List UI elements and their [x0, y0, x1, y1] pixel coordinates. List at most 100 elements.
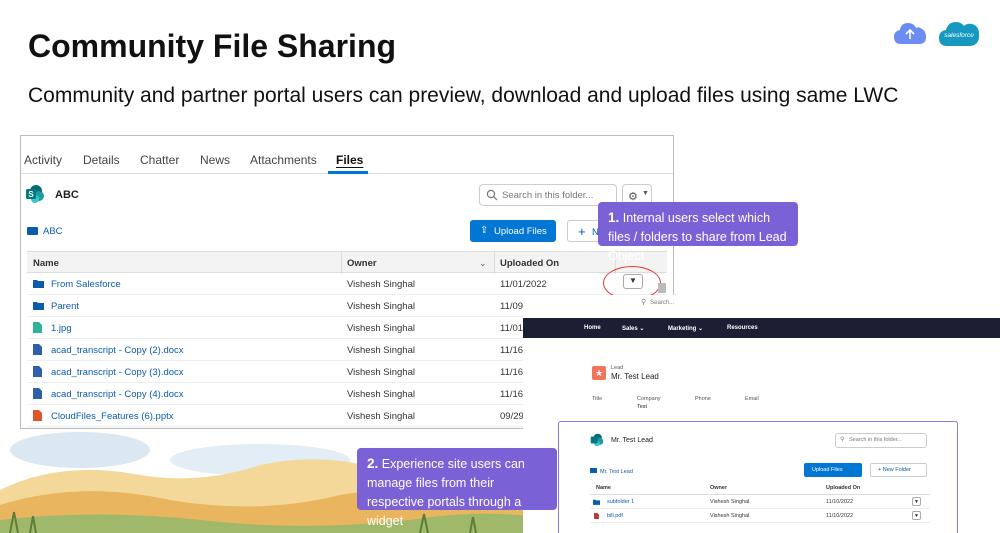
search-placeholder: Search in this folder...: [502, 190, 594, 201]
widget-search-placeholder: Search in this folder...: [849, 437, 902, 443]
nav-marketing[interactable]: Marketing ⌄: [668, 325, 703, 332]
search-icon: [486, 189, 498, 201]
file-name[interactable]: Parent: [51, 301, 79, 312]
field-company-value: Test: [637, 404, 648, 410]
table-row[interactable]: From Salesforce Vishesh Singhal 11/01/20…: [27, 273, 667, 295]
table-row[interactable]: subfolder 1 Vishesh Singhal 11/10/2022 ▼: [590, 495, 930, 509]
active-tab-indicator: [328, 171, 368, 174]
widget-column-uploaded-on[interactable]: Uploaded On: [826, 485, 860, 491]
file-date: 11/16: [500, 389, 524, 400]
chevron-down-icon: ▼: [629, 276, 637, 285]
upload-icon: ⇪: [480, 225, 489, 236]
field-title-label: Title: [592, 396, 603, 402]
file-name[interactable]: acad_transcript - Copy (2).docx: [51, 345, 184, 356]
field-company-label: Company: [637, 396, 661, 402]
word-file-icon: [33, 388, 42, 399]
slide-title: Community File Sharing: [28, 28, 397, 64]
file-owner: Vishesh Singhal: [710, 513, 750, 519]
site-search-input[interactable]: ⚲ Search...: [641, 298, 674, 306]
widget-upload-files-button[interactable]: Upload Files: [804, 463, 862, 477]
file-owner: Vishesh Singhal: [347, 411, 415, 422]
widget-new-folder-button[interactable]: + New Folder: [870, 463, 927, 477]
widget-new-folder-label: + New Folder: [878, 467, 911, 473]
record-type-label: Lead: [611, 365, 624, 371]
scrollbar-thumb[interactable]: [658, 283, 666, 293]
file-name[interactable]: From Salesforce: [51, 279, 121, 290]
row-actions-dropdown[interactable]: ▼: [623, 274, 643, 289]
file-date: 09/29: [500, 411, 524, 422]
chevron-down-icon: ▼: [642, 190, 649, 197]
folder-icon: [593, 499, 600, 505]
callout-experience-users: 2. Experience site users can manage file…: [357, 448, 557, 528]
tab-files[interactable]: Files: [336, 153, 363, 167]
svg-text:S: S: [28, 190, 34, 199]
widget-column-owner[interactable]: Owner: [710, 485, 727, 491]
widget-upload-label: Upload Files: [812, 467, 843, 473]
callout-2-number: 2.: [367, 456, 379, 471]
file-name[interactable]: subfolder 1: [607, 499, 634, 505]
file-date: 11/16: [500, 345, 524, 356]
folder-title: ABC: [55, 189, 79, 201]
file-name[interactable]: acad_transcript - Copy (3).docx: [51, 367, 184, 378]
file-date: 11/01/2022: [500, 279, 547, 290]
folder-search-input[interactable]: Search in this folder...: [479, 184, 617, 206]
file-owner: Vishesh Singhal: [347, 389, 415, 400]
pdf-file-icon: [594, 513, 599, 519]
sharepoint-icon: S: [26, 185, 44, 203]
files-widget-card: Mr. Test Lead ⚲ Search in this folder...…: [558, 421, 958, 533]
file-name[interactable]: CloudFiles_Features (6).pptx: [51, 411, 174, 422]
chevron-down-icon[interactable]: ⌄: [479, 258, 487, 269]
file-owner: Vishesh Singhal: [347, 367, 415, 378]
ppt-file-icon: [33, 410, 42, 421]
sharepoint-icon: [590, 433, 604, 447]
file-date: 11/01: [500, 323, 524, 334]
record-name: Mr. Test Lead: [611, 372, 659, 381]
file-owner: Vishesh Singhal: [347, 323, 415, 334]
nav-sales[interactable]: Sales ⌄: [622, 325, 644, 332]
row-actions-dropdown[interactable]: ▼: [912, 497, 921, 506]
image-file-icon: [33, 322, 42, 333]
tab-news[interactable]: News: [200, 153, 230, 167]
callout-internal-users: 1. Internal users select which files / f…: [598, 202, 798, 263]
file-date: 11/10/2022: [826, 499, 854, 505]
tab-attachments[interactable]: Attachments: [250, 153, 317, 167]
tab-chatter[interactable]: Chatter: [140, 153, 179, 167]
files-table-header: Name Owner ⌄ Uploaded On: [27, 251, 667, 274]
plus-icon: +: [578, 224, 586, 239]
slide-subtitle: Community and partner portal users can p…: [28, 84, 899, 107]
word-file-icon: [33, 344, 42, 355]
widget-column-name[interactable]: Name: [596, 485, 611, 491]
field-phone-label: Phone: [695, 396, 711, 402]
tab-activity[interactable]: Activity: [24, 153, 62, 167]
tab-details[interactable]: Details: [83, 153, 120, 167]
file-owner: Vishesh Singhal: [347, 301, 415, 312]
file-name[interactable]: acad_transcript - Copy (4).docx: [51, 389, 184, 400]
experience-site-panel: ⚲ Search... Home Sales ⌄ Marketing ⌄ Reso…: [523, 295, 1000, 533]
table-row[interactable]: bill.pdf Vishesh Singhal 11/10/2022 ▼: [590, 509, 930, 523]
callout-1-text: Internal users select which files / fold…: [608, 211, 787, 263]
salesforce-logo-text: salesforce: [944, 32, 974, 39]
column-uploaded-on[interactable]: Uploaded On: [500, 258, 559, 269]
callout-1-number: 1.: [608, 210, 620, 225]
row-actions-dropdown[interactable]: ▼: [912, 511, 921, 520]
widget-search-input[interactable]: ⚲ Search in this folder...: [835, 433, 927, 448]
nav-resources[interactable]: Resources: [727, 325, 758, 331]
search-icon: ⚲: [641, 299, 647, 306]
folder-icon: [33, 280, 44, 288]
cloud-upload-icon: [894, 23, 926, 44]
widget-breadcrumb[interactable]: Mr. Test Lead: [590, 468, 633, 475]
file-date: 11/09: [500, 301, 524, 312]
file-name[interactable]: 1.jpg: [51, 323, 72, 334]
word-file-icon: [33, 366, 42, 377]
file-owner: Vishesh Singhal: [347, 279, 415, 290]
column-owner[interactable]: Owner: [347, 258, 377, 269]
upload-files-button[interactable]: ⇪ Upload Files: [470, 220, 556, 242]
file-name[interactable]: bill.pdf: [607, 513, 623, 519]
breadcrumb[interactable]: ABC: [27, 226, 63, 237]
column-name[interactable]: Name: [33, 258, 59, 269]
lead-star-icon: ★: [592, 366, 606, 380]
salesforce-logo: salesforce: [939, 22, 980, 46]
breadcrumb-label: ABC: [43, 226, 63, 237]
widget-table-header: Name Owner Uploaded On: [590, 481, 930, 495]
nav-home[interactable]: Home: [584, 325, 601, 331]
